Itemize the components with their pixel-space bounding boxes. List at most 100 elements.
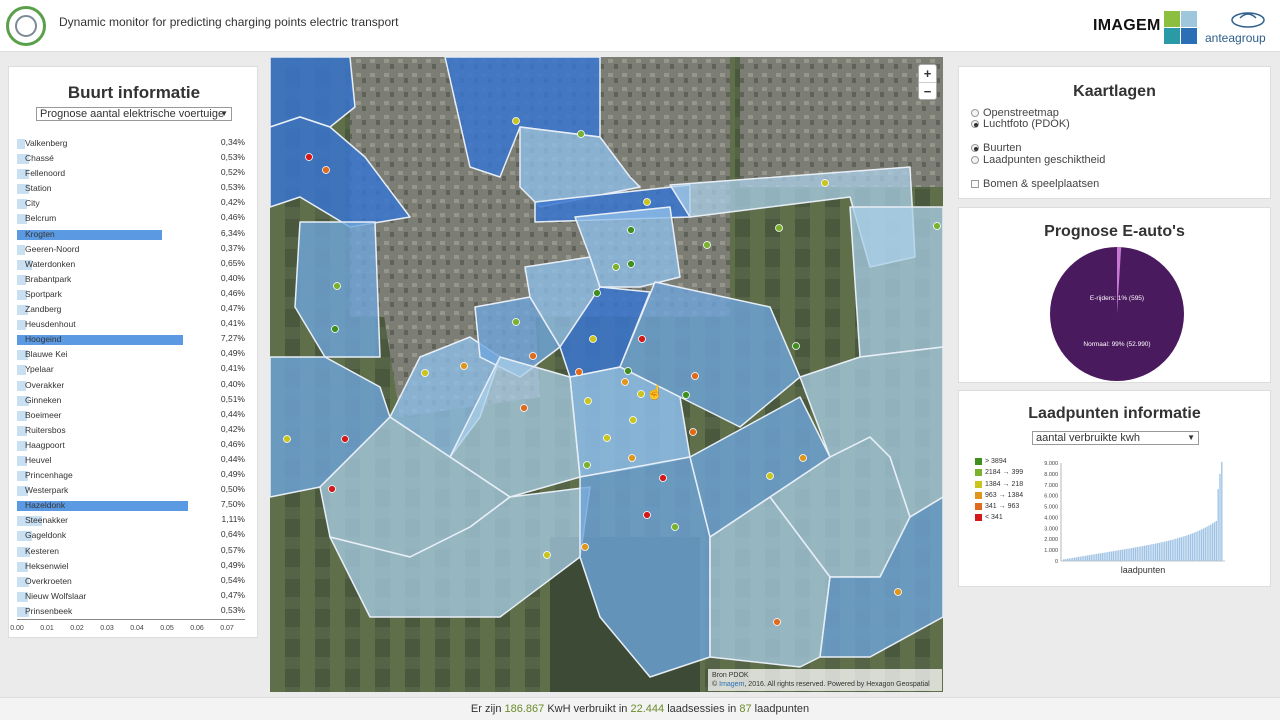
laadpunten-variable-select[interactable]: aantal verbruikte kwh ▼ — [1032, 431, 1199, 445]
histogram-bar[interactable] — [1188, 534, 1190, 561]
histogram-bar[interactable] — [1108, 551, 1111, 561]
histogram-bar[interactable] — [1158, 542, 1160, 561]
buurt-row[interactable]: Sportpark 0,46% — [17, 288, 245, 303]
histogram-bar[interactable] — [1200, 529, 1203, 561]
buurt-row[interactable]: Westerpark 0,50% — [17, 484, 245, 499]
buurt-row[interactable]: Heusdenhout 0,41% — [17, 318, 245, 333]
histogram-bar[interactable] — [1143, 545, 1146, 561]
buurt-row[interactable]: Krogten 6,34% — [17, 228, 245, 243]
histogram-bar[interactable] — [1094, 554, 1096, 561]
histogram-bar[interactable] — [1097, 553, 1100, 561]
histogram-bar[interactable] — [1153, 543, 1155, 561]
buurt-row[interactable]: Brabantpark 0,40% — [17, 273, 245, 288]
buurt-row[interactable]: Valkenberg 0,34% — [17, 137, 245, 152]
buurt-row[interactable]: Boeimeer 0,44% — [17, 409, 245, 424]
histogram-bar[interactable] — [1213, 522, 1216, 561]
histogram-bar[interactable] — [1189, 534, 1192, 561]
histogram-bar[interactable] — [1125, 548, 1127, 561]
buurt-row[interactable]: Overakker 0,40% — [17, 379, 245, 394]
histogram-bar[interactable] — [1208, 525, 1210, 561]
histogram-bar[interactable] — [1138, 546, 1140, 561]
histogram-bar[interactable] — [1068, 558, 1070, 561]
histogram-bar[interactable] — [1079, 556, 1081, 561]
histogram-bar[interactable] — [1074, 557, 1076, 561]
histogram-bar[interactable] — [1221, 461, 1223, 561]
buurt-row[interactable]: City 0,42% — [17, 197, 245, 212]
histogram-bar[interactable] — [1197, 531, 1199, 561]
histogram-bar[interactable] — [1210, 524, 1212, 561]
histogram-bar[interactable] — [1154, 543, 1157, 561]
buurt-variable-select[interactable]: Prognose aantal elektrische voertuige ▼ — [36, 107, 232, 121]
buurt-row[interactable]: Nieuw Wolfslaar 0,47% — [17, 590, 245, 605]
layer-bomen-speelplaatsen[interactable]: Bomen & speelplaatsen — [971, 178, 1099, 190]
imagem-link[interactable]: Imagem — [719, 681, 744, 688]
histogram-bar[interactable] — [1099, 553, 1102, 561]
histogram-bar[interactable] — [1118, 550, 1120, 561]
histogram-bar[interactable] — [1211, 523, 1214, 561]
histogram-bar[interactable] — [1063, 559, 1065, 561]
histogram-bar[interactable] — [1129, 548, 1131, 561]
buurt-row[interactable]: Kesteren 0,57% — [17, 545, 245, 560]
histogram-bar[interactable] — [1114, 550, 1116, 561]
buurt-row[interactable]: Fellenoord 0,52% — [17, 167, 245, 182]
histogram-bar[interactable] — [1164, 541, 1166, 561]
buurt-row[interactable]: Ginneken 0,51% — [17, 394, 245, 409]
histogram-bar[interactable] — [1191, 533, 1194, 561]
histogram-bar[interactable] — [1202, 528, 1205, 561]
histogram-bar[interactable] — [1077, 556, 1080, 561]
buurt-row[interactable]: Overkroeten 0,54% — [17, 575, 245, 590]
histogram-bar[interactable] — [1107, 552, 1109, 561]
buurt-row[interactable]: Ruitersbos 0,42% — [17, 424, 245, 439]
histogram-bar[interactable] — [1177, 538, 1179, 561]
histogram-bar[interactable] — [1199, 530, 1201, 561]
buurt-row[interactable]: Prinsenbeek 0,53% — [17, 605, 245, 620]
histogram-bar[interactable] — [1217, 489, 1219, 561]
histogram-bar[interactable] — [1123, 549, 1126, 561]
zoom-in-button[interactable]: + — [919, 65, 936, 82]
histogram-bar[interactable] — [1083, 556, 1085, 561]
histogram-bar[interactable] — [1081, 556, 1083, 561]
histogram-bar[interactable] — [1167, 540, 1170, 561]
buurt-row[interactable]: Haagpoort 0,46% — [17, 439, 245, 454]
histogram-bar[interactable] — [1206, 526, 1208, 561]
histogram-bar[interactable] — [1180, 537, 1183, 561]
map-canvas[interactable] — [270, 57, 943, 692]
buurt-row[interactable]: Zandberg 0,47% — [17, 303, 245, 318]
histogram-bar[interactable] — [1121, 549, 1124, 561]
histogram-bar[interactable] — [1092, 554, 1094, 561]
histogram-bar[interactable] — [1120, 549, 1122, 561]
histogram-bar[interactable] — [1145, 545, 1148, 561]
histogram-bar[interactable] — [1075, 557, 1078, 561]
histogram-bar[interactable] — [1193, 532, 1195, 561]
histogram-bar[interactable] — [1066, 558, 1069, 561]
histogram-bar[interactable] — [1162, 541, 1164, 561]
histogram-bar[interactable] — [1182, 536, 1184, 561]
histogram-bar[interactable] — [1149, 544, 1151, 561]
buurt-row[interactable]: Waterdonken 0,65% — [17, 258, 245, 273]
buurt-row[interactable]: Heuvel 0,44% — [17, 454, 245, 469]
histogram-bar[interactable] — [1127, 548, 1129, 561]
histogram-bar[interactable] — [1175, 538, 1177, 561]
histogram-bar[interactable] — [1072, 557, 1074, 561]
histogram-bar[interactable] — [1131, 548, 1133, 561]
histogram-bar[interactable] — [1219, 473, 1221, 561]
histogram-bar[interactable] — [1064, 559, 1067, 561]
histogram-bar[interactable] — [1088, 555, 1091, 561]
buurt-row[interactable]: Station 0,53% — [17, 182, 245, 197]
layer-buurten[interactable]: Buurten — [971, 142, 1022, 154]
histogram-bar[interactable] — [1195, 531, 1197, 561]
histogram-bar[interactable] — [1101, 552, 1103, 561]
histogram-bar[interactable] — [1132, 547, 1135, 561]
histogram-bar[interactable] — [1165, 541, 1168, 561]
histogram-bar[interactable] — [1136, 547, 1138, 561]
buurt-row[interactable]: Hoogeind 7,27% — [17, 333, 245, 348]
histogram-bar[interactable] — [1215, 520, 1217, 561]
histogram-bar[interactable] — [1140, 546, 1142, 561]
buurt-row[interactable]: Princenhage 0,49% — [17, 469, 245, 484]
histogram-bar[interactable] — [1086, 555, 1089, 561]
histogram-bar[interactable] — [1156, 543, 1159, 561]
buurt-row[interactable]: Belcrum 0,46% — [17, 212, 245, 227]
histogram-bar[interactable] — [1186, 535, 1188, 561]
layer-laadpunten-geschiktheid[interactable]: Laadpunten geschiktheid — [971, 154, 1105, 166]
histogram-bar[interactable] — [1142, 546, 1144, 561]
